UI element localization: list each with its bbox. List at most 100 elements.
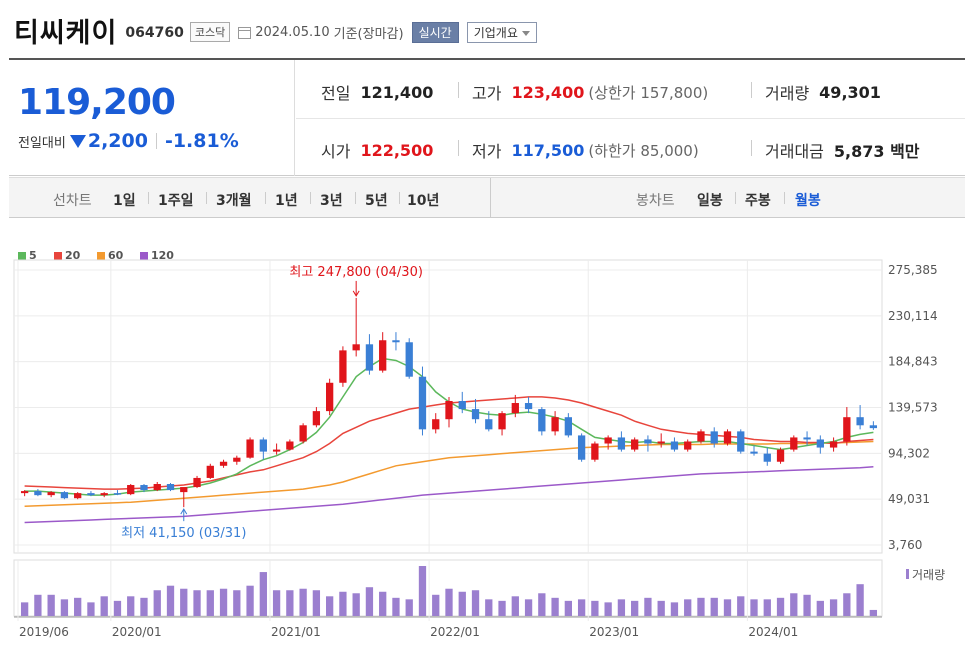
candle-body	[233, 457, 241, 462]
candle	[551, 411, 559, 436]
volume-legend-swatch	[906, 569, 909, 579]
candle-body	[750, 451, 758, 454]
volume-bar	[471, 590, 480, 616]
volume-bar	[405, 599, 413, 616]
candle	[524, 396, 533, 414]
volume-bar	[339, 591, 347, 616]
volume-bar	[869, 609, 878, 616]
y-tick-label: 275,385	[888, 263, 938, 277]
candle	[127, 484, 135, 496]
volume-bar	[153, 590, 161, 616]
volume-bar	[445, 588, 453, 616]
candle-body	[34, 491, 42, 496]
candle-body	[74, 493, 82, 499]
candle	[816, 435, 824, 454]
candle-body	[843, 417, 851, 442]
candle-body	[166, 484, 175, 491]
volume-bar	[551, 597, 559, 616]
candle-body	[617, 437, 626, 450]
volume-bar	[710, 597, 718, 616]
volume-bar	[843, 593, 851, 616]
candle	[869, 421, 878, 430]
candle-body	[312, 411, 321, 426]
price-chart: 275,385 230,114 184,843 139,573 94,302 49,031…	[13, 259, 945, 639]
candle	[60, 491, 69, 500]
low-annotation: 최저 41,150 (03/31)	[121, 526, 246, 541]
volume-bar	[113, 600, 122, 616]
candle	[379, 332, 387, 373]
candle	[684, 439, 692, 452]
candle-body	[339, 350, 347, 383]
candle-body	[551, 417, 559, 432]
volume-bar	[604, 602, 612, 616]
volume-bar	[737, 596, 745, 616]
volume-bar	[299, 588, 307, 616]
candle	[723, 429, 732, 446]
candle	[577, 433, 586, 462]
candle-body	[153, 484, 161, 491]
candle	[737, 429, 745, 454]
candle	[392, 332, 400, 351]
candle-body	[498, 413, 506, 430]
volume-bar	[432, 594, 440, 616]
candle	[233, 455, 241, 465]
candle-body	[113, 493, 122, 495]
candle-body	[100, 493, 108, 496]
candle-body	[763, 453, 771, 462]
candle-body	[790, 437, 798, 450]
volume-bar	[763, 599, 771, 616]
candle-body	[259, 439, 267, 452]
candle	[471, 398, 480, 424]
candle-body	[737, 431, 745, 452]
candle	[365, 334, 374, 375]
candle-body	[471, 409, 480, 420]
volume-legend-label: 거래량	[912, 568, 945, 582]
candle-body	[577, 435, 586, 460]
y-tick-label: 184,843	[888, 355, 938, 369]
volume-bar	[816, 600, 824, 616]
volume-bar	[697, 597, 705, 616]
candle	[631, 437, 639, 452]
candle-body	[60, 492, 69, 499]
volume-bar	[577, 599, 586, 616]
y-tick-label: 139,573	[888, 400, 938, 414]
candle	[657, 433, 665, 448]
candle-body	[180, 487, 188, 493]
candle-body	[87, 493, 95, 496]
high-annotation: 최고 247,800 (04/30)	[289, 265, 423, 280]
volume-bar	[657, 600, 665, 616]
candle	[445, 396, 453, 428]
volume-bar	[219, 588, 228, 616]
candle	[339, 346, 347, 387]
candle	[74, 492, 82, 500]
y-tick-label: 230,114	[888, 309, 938, 323]
volume-bar	[670, 602, 679, 616]
candle	[286, 439, 294, 451]
candle-body	[564, 417, 573, 436]
x-tick-label: 2019/06	[19, 625, 69, 639]
volume-bar	[511, 596, 519, 616]
volume-bar	[193, 590, 201, 616]
candle-body	[127, 485, 135, 495]
candle-body	[631, 439, 639, 450]
candle-body	[697, 431, 705, 442]
volume-bar	[379, 591, 387, 616]
volume-bar	[325, 596, 334, 616]
volume-bar	[591, 600, 599, 616]
volume-bar	[272, 590, 281, 616]
candle	[352, 297, 360, 357]
candle-body	[365, 344, 374, 371]
candle-body	[684, 441, 692, 450]
volume-bar	[34, 594, 42, 616]
volume-bar	[498, 600, 506, 616]
candle	[34, 489, 42, 497]
candle-body	[379, 340, 387, 371]
volume-bar	[723, 599, 732, 616]
volume-bar	[631, 600, 639, 616]
volume-bar	[790, 593, 798, 616]
volume-bar	[100, 596, 108, 616]
candle	[763, 447, 771, 466]
candle-body	[776, 449, 785, 462]
candle-body	[325, 382, 334, 412]
y-tick-label: 3,760	[888, 538, 922, 552]
